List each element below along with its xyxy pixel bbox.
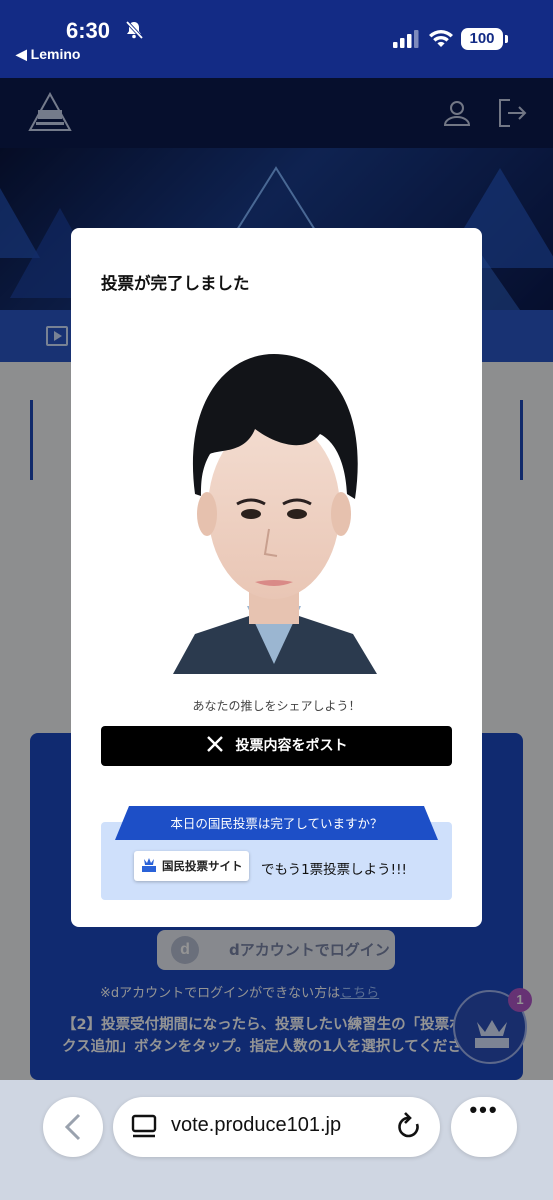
screen: 6:30 ◀ Lemino 100 d dアカウントでログイン ※dアカウントで… — [0, 0, 553, 1200]
modal-title: 投票が完了しました — [101, 274, 250, 293]
post-to-x-button[interactable]: 投票内容をポスト — [101, 726, 452, 766]
status-bar: 6:30 ◀ Lemino 100 — [0, 0, 553, 78]
more-options-button[interactable]: ••• — [451, 1097, 517, 1157]
reload-icon[interactable] — [395, 1112, 423, 1142]
back-to-app-link[interactable]: ◀ Lemino — [16, 46, 80, 63]
status-time: 6:30 — [66, 18, 111, 43]
page-menu-icon[interactable] — [131, 1113, 157, 1141]
url-text[interactable]: vote.produce101.jp — [171, 1114, 341, 1137]
ribbon-text: 本日の国民投票は完了していますか？ — [170, 816, 383, 831]
ballot-box-icon — [142, 858, 156, 872]
trainee-portrait — [155, 344, 393, 674]
site-button-label: 国民投票サイト — [162, 859, 243, 873]
browser-back-button[interactable] — [43, 1097, 103, 1157]
cellular-signal-icon — [393, 30, 419, 48]
x-logo-icon — [206, 736, 223, 752]
share-caption: あなたの推しをシェアしよう！ — [192, 699, 361, 713]
wifi-icon — [429, 30, 453, 47]
vote-again-text: でもう1票投票しよう!!! — [261, 862, 407, 878]
bell-muted-icon — [125, 20, 144, 40]
national-vote-site-button[interactable]: 国民投票サイト — [134, 851, 249, 881]
chevron-left-icon — [64, 1113, 81, 1141]
post-button-label: 投票内容をポスト — [235, 738, 348, 754]
vote-complete-modal: 投票が完了しました あなたの推しをシェアしよう！ 投票内容をポスト 本日の国民投… — [71, 228, 482, 927]
battery-indicator: 100 — [461, 28, 508, 50]
